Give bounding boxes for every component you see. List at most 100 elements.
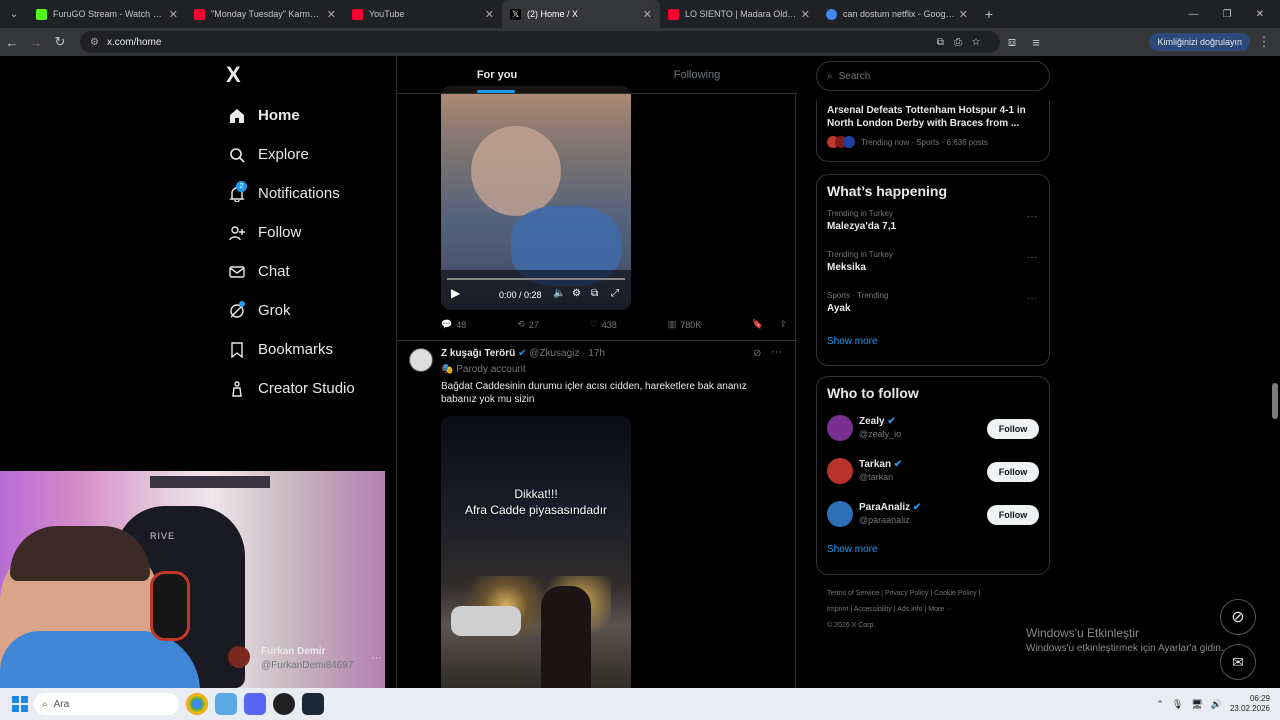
browser-tab-4[interactable]: 𝕏 (2) Home / X ✕ [502, 0, 660, 28]
search-input[interactable]: ⌕ Search [816, 61, 1050, 91]
like-button[interactable]: ♡ 438 [590, 319, 617, 330]
show-more-link[interactable]: Show more [817, 336, 1049, 347]
news-card[interactable]: Arsenal Defeats Tottenham Hotspur 4-1 in… [816, 100, 1050, 162]
follow-suggestion[interactable]: Zealy ✔ @zealy_io Follow [817, 415, 1049, 458]
extensions-icon[interactable]: ⧈ [1000, 34, 1024, 50]
footer-link[interactable]: Cookie Policy [934, 590, 976, 597]
footer-link[interactable]: Imprint [827, 606, 848, 613]
forward-icon[interactable]: → [24, 35, 48, 50]
more-icon[interactable]: ··· [1027, 211, 1037, 222]
window-close-icon[interactable]: ✕ [1256, 9, 1264, 20]
clock[interactable]: 06:29 23.02.2026 [1230, 694, 1270, 714]
nav-follow[interactable]: Follow [220, 213, 390, 252]
trend-item[interactable]: Trending in Turkey Malezya'da 7,1 ··· [817, 209, 1049, 250]
footer-link[interactable]: More ··· [928, 606, 953, 613]
nav-chat[interactable]: Chat [220, 252, 390, 291]
browser-tab-5[interactable]: LO SIENTO | Madara Olduk #6 ✕ [660, 0, 818, 28]
footer-link[interactable]: Accessibility [854, 606, 892, 613]
new-tab-plus-icon[interactable]: + [976, 6, 1002, 22]
avatar[interactable] [409, 348, 433, 372]
close-icon[interactable]: ✕ [959, 8, 968, 21]
app-icon[interactable] [273, 693, 295, 715]
follow-button[interactable]: Follow [987, 419, 1039, 439]
browser-menu-icon[interactable]: ⋮ [1252, 34, 1276, 50]
close-icon[interactable]: ✕ [643, 8, 652, 21]
chrome-icon[interactable] [186, 693, 208, 715]
close-icon[interactable]: ✕ [801, 8, 810, 21]
nav-creator-studio[interactable]: Creator Studio [220, 369, 390, 408]
fullscreen-icon[interactable]: ⤢ [611, 288, 619, 299]
omnibox-actions-icon[interactable]: ⧉⎙☆ [937, 37, 990, 48]
nav-bookmarks[interactable]: Bookmarks [220, 330, 390, 369]
close-icon[interactable]: ✕ [485, 8, 494, 21]
play-icon[interactable]: ▶ [451, 286, 460, 300]
share-icon[interactable]: ⇪ [779, 319, 787, 330]
tab-search-icon[interactable]: ⌄ [0, 9, 28, 20]
verify-identity-button[interactable]: Kimliğinizi doğrulayın [1149, 33, 1250, 51]
grok-icon[interactable]: ⊘ [753, 348, 761, 359]
video-progress-bar[interactable] [447, 278, 625, 280]
site-info-icon[interactable]: ⚙ [90, 37, 99, 48]
bookmark-button[interactable]: 🔖 ⇪ [752, 319, 787, 330]
account-switcher[interactable]: Furkan Demir @FurkanDemi84697 ··· [228, 644, 386, 676]
pip-icon[interactable]: ⧉ [591, 288, 598, 299]
discord-icon[interactable] [244, 693, 266, 715]
tweet-time[interactable]: 17h [588, 348, 605, 359]
x-logo-icon[interactable]: X [226, 62, 241, 88]
tweet-video[interactable]: ▶ 0:00 / 0:28 🔈 ⚙ ⧉ ⤢ [441, 86, 631, 310]
retweet-button[interactable]: ⟲ 27 [517, 319, 539, 330]
reading-list-icon[interactable]: ≡ [1024, 35, 1048, 50]
author-name[interactable]: Z kuşağı Terörü [441, 348, 515, 359]
more-icon[interactable]: ··· [371, 652, 382, 664]
messages-button[interactable]: ✉ [1220, 644, 1256, 680]
follow-suggestion[interactable]: Tarkan ✔ @tarkan Follow [817, 458, 1049, 501]
nav-grok[interactable]: Grok [220, 291, 390, 330]
tab-for-you[interactable]: For you [397, 56, 597, 93]
settings-icon[interactable]: ⚙ [572, 288, 581, 299]
more-icon[interactable]: ··· [1027, 293, 1037, 304]
follow-button[interactable]: Follow [987, 462, 1039, 482]
network-icon[interactable]: 🖥 [1191, 699, 1202, 710]
tweet-video[interactable]: Dikkat!!! Afra Cadde piyasasındadır [441, 416, 631, 688]
trend-item[interactable]: Sports · Trending Ayak ··· [817, 291, 1049, 332]
grok-button[interactable]: ⊘ [1220, 599, 1256, 635]
follow-button[interactable]: Follow [987, 505, 1039, 525]
follow-suggestion[interactable]: ParaAnaliz ✔ @paraanaliz Follow [817, 501, 1049, 544]
microphone-icon[interactable]: 🎙 [1172, 699, 1183, 710]
app-icon[interactable] [215, 693, 237, 715]
close-icon[interactable]: ✕ [169, 8, 178, 21]
more-icon[interactable]: ··· [771, 346, 782, 358]
nav-home[interactable]: Home [220, 96, 390, 135]
scrollbar-thumb[interactable] [1272, 383, 1278, 419]
nav-explore[interactable]: Explore [220, 135, 390, 174]
browser-tab-3[interactable]: YouTube ✕ [344, 0, 502, 28]
chevron-up-icon[interactable]: ⌃ [1156, 699, 1164, 710]
url-input[interactable]: ⚙ x.com/home ⧉⎙☆ [80, 31, 1000, 53]
browser-tab-2[interactable]: "Monday Tuesday" Karma Video ✕ [186, 0, 344, 28]
reply-button[interactable]: 💬 48 [441, 319, 466, 330]
show-more-link[interactable]: Show more [817, 544, 1049, 555]
maximize-icon[interactable]: ❐ [1223, 9, 1232, 20]
footer-link[interactable]: Privacy Policy [885, 590, 929, 597]
minimize-icon[interactable]: — [1189, 9, 1199, 20]
steam-icon[interactable] [302, 693, 324, 715]
volume-icon[interactable]: 🔈 [553, 288, 565, 299]
tab-following[interactable]: Following [597, 56, 797, 93]
nav-notifications[interactable]: 2 Notifications [220, 174, 390, 213]
scrollbar[interactable] [1270, 56, 1280, 688]
reload-icon[interactable]: ↻ [48, 34, 72, 50]
windows-start-icon[interactable] [12, 696, 28, 712]
browser-tab-1[interactable]: FuruGO Stream - Watch Live on ✕ [28, 0, 186, 28]
browser-tab-6[interactable]: can dostum netflix - Google'da ✕ [818, 0, 976, 28]
taskbar-search[interactable]: ⌕ Ara [34, 693, 179, 715]
back-icon[interactable]: ← [0, 35, 24, 50]
footer-link[interactable]: Terms of Service [827, 590, 879, 597]
volume-icon[interactable]: 🔊 [1211, 699, 1222, 710]
trend-item[interactable]: Trending in Turkey Meksika ··· [817, 250, 1049, 291]
people [541, 586, 591, 688]
views-button[interactable]: ▥ 780K [668, 319, 702, 330]
footer-link[interactable]: Ads info [897, 606, 922, 613]
close-icon[interactable]: ✕ [327, 8, 336, 21]
more-icon[interactable]: ··· [1027, 252, 1037, 263]
author-handle[interactable]: @Zkusagiz [529, 348, 579, 359]
